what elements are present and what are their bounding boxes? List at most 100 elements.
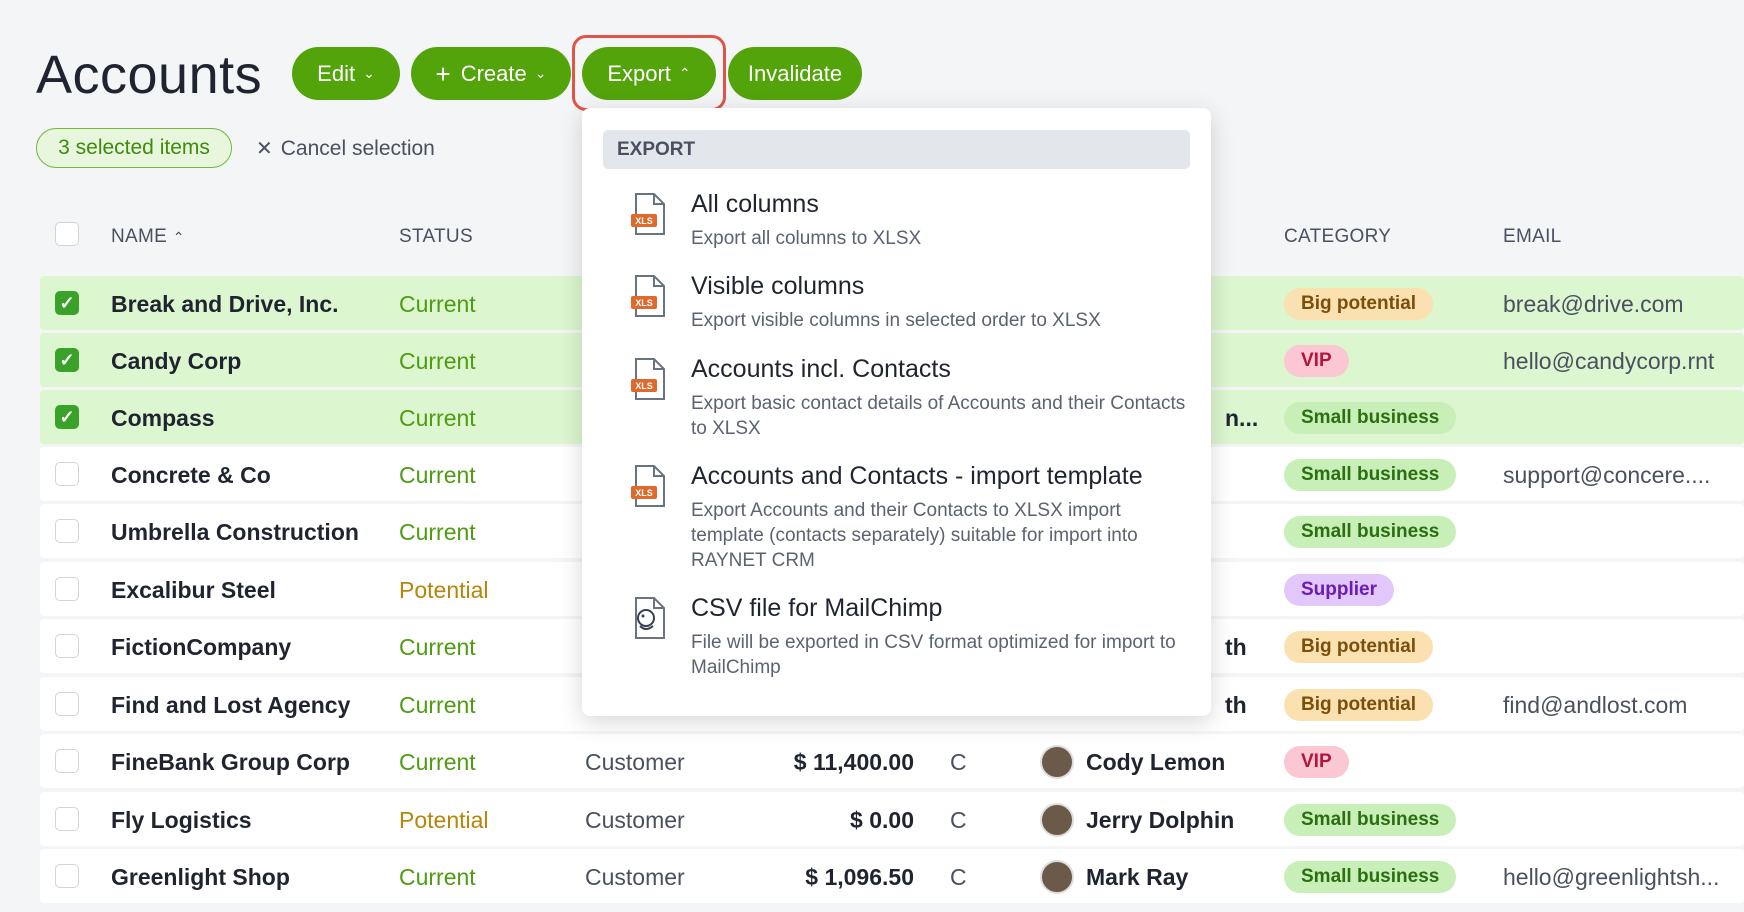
avatar xyxy=(1040,860,1074,894)
edit-button[interactable]: Edit ⌄ xyxy=(292,47,400,100)
account-name[interactable]: Concrete & Co xyxy=(111,462,271,489)
account-status: Current xyxy=(399,749,476,775)
select-all-checkbox[interactable] xyxy=(55,222,79,246)
chevron-down-icon: ⌄ xyxy=(363,65,375,81)
account-value: $ 1,096.50 xyxy=(805,864,914,890)
export-option-title: Visible columns xyxy=(691,272,865,300)
account-email[interactable]: support@concere.... xyxy=(1503,462,1710,489)
account-name[interactable]: Find and Lost Agency xyxy=(111,692,350,719)
export-menu-header: EXPORT xyxy=(603,130,1190,169)
account-status: Current xyxy=(399,519,476,545)
column-header-status[interactable]: STATUS xyxy=(399,226,473,248)
category-badge: Small business xyxy=(1284,516,1457,548)
category-badge: Small business xyxy=(1284,402,1457,434)
account-name[interactable]: Candy Corp xyxy=(111,348,241,375)
owner-name: Cody Lemon xyxy=(1086,748,1226,775)
column-header-email[interactable]: EMAIL xyxy=(1503,226,1562,248)
account-name[interactable]: FictionCompany xyxy=(111,634,291,661)
owner-name-fragment: th xyxy=(1225,634,1247,660)
account-email[interactable]: hello@greenlightsh... xyxy=(1503,864,1719,891)
account-status: Current xyxy=(399,291,476,317)
row-checkbox[interactable] xyxy=(55,749,79,773)
account-name[interactable]: FineBank Group Corp xyxy=(111,749,350,776)
owner-name: Jerry Dolphin xyxy=(1086,806,1235,833)
account-name[interactable]: Umbrella Construction xyxy=(111,519,359,546)
chevron-down-icon: ⌄ xyxy=(534,65,547,81)
account-email[interactable]: break@drive.com xyxy=(1503,291,1684,318)
account-name[interactable]: Excalibur Steel xyxy=(111,577,276,604)
checkmark-icon: ✓ xyxy=(59,349,75,370)
export-option-title: All columns xyxy=(691,190,819,218)
row-checkbox[interactable]: ✓ xyxy=(55,348,79,372)
owner-name: Mark Ray xyxy=(1086,863,1189,890)
export-button[interactable]: Export ⌃ xyxy=(582,47,716,100)
account-type: Customer xyxy=(585,749,685,775)
row-checkbox[interactable] xyxy=(55,864,79,888)
table-row[interactable]: Fly Logistics Potential Customer $ 0.00 C Jer… xyxy=(40,792,1744,846)
chevron-up-icon: ⌃ xyxy=(678,65,691,81)
owner-name-fragment: th xyxy=(1225,692,1247,718)
account-name[interactable]: Compass xyxy=(111,405,215,432)
account-owner[interactable]: Mark Ray xyxy=(1040,860,1188,894)
account-name[interactable]: Greenlight Shop xyxy=(111,864,290,891)
export-option-title: CSV file for MailChimp xyxy=(691,594,943,622)
account-value: $ 0.00 xyxy=(850,807,914,833)
account-type: Customer xyxy=(585,807,685,833)
account-email[interactable]: hello@candycorp.rnt xyxy=(1503,348,1714,375)
account-rating: C xyxy=(950,749,967,775)
category-badge: Big potential xyxy=(1284,631,1434,663)
table-row[interactable]: FineBank Group Corp Current Customer $ 11,4… xyxy=(40,734,1744,788)
create-button-label: Create xyxy=(460,60,527,86)
column-header-category[interactable]: CATEGORY xyxy=(1284,226,1391,248)
column-header-name[interactable]: NAME ⌃ xyxy=(111,226,185,248)
category-badge: VIP xyxy=(1284,746,1349,778)
page-title: Accounts xyxy=(36,45,263,105)
invalidate-button[interactable]: Invalidate xyxy=(728,47,862,100)
export-button-label: Export xyxy=(607,60,671,86)
account-owner[interactable]: Cody Lemon xyxy=(1040,745,1225,779)
row-checkbox[interactable] xyxy=(55,807,79,831)
xls-badge-text: XLS xyxy=(635,298,653,308)
category-badge: Big potential xyxy=(1284,689,1434,721)
category-badge: Supplier xyxy=(1284,574,1395,606)
account-rating: C xyxy=(950,807,967,833)
xls-badge-text: XLS xyxy=(635,381,653,391)
export-option-title: Accounts incl. Contacts xyxy=(691,355,951,383)
account-rating: C xyxy=(950,864,967,890)
column-header-name-label: NAME xyxy=(111,226,168,247)
account-name[interactable]: Fly Logistics xyxy=(111,807,252,834)
create-button[interactable]: + Create ⌄ xyxy=(411,47,571,100)
export-option-description: Export visible columns in selected order… xyxy=(691,310,1101,331)
selected-count-text: 3 selected items xyxy=(58,136,210,159)
cancel-selection-button[interactable]: ✕ Cancel selection xyxy=(256,136,435,161)
invalidate-button-label: Invalidate xyxy=(747,60,843,86)
export-option-description: Export Accounts and their Contacts to XL… xyxy=(691,500,1138,571)
account-status: Current xyxy=(399,692,476,718)
row-checkbox[interactable] xyxy=(55,577,79,601)
account-status: Current xyxy=(399,634,476,660)
xls-file-icon: XLS xyxy=(631,193,665,235)
table-row[interactable]: Greenlight Shop Current Customer $ 1,096.50… xyxy=(40,849,1744,903)
category-badge: Small business xyxy=(1284,804,1457,836)
xls-badge-text: XLS xyxy=(635,488,653,498)
account-status: Current xyxy=(399,462,476,488)
export-option-description: Export basic contact details of Accounts… xyxy=(691,393,1186,439)
account-email[interactable]: find@andlost.com xyxy=(1503,692,1687,719)
sort-ascending-icon: ⌃ xyxy=(172,229,185,245)
row-checkbox[interactable] xyxy=(55,462,79,486)
row-checkbox[interactable] xyxy=(55,634,79,658)
owner-name-fragment: n... xyxy=(1225,405,1259,431)
account-type: Customer xyxy=(585,864,685,890)
row-checkbox[interactable]: ✓ xyxy=(55,291,79,315)
row-checkbox[interactable] xyxy=(55,519,79,543)
account-status: Current xyxy=(399,864,476,890)
account-owner[interactable]: Jerry Dolphin xyxy=(1040,803,1234,837)
row-checkbox[interactable]: ✓ xyxy=(55,405,79,429)
account-name[interactable]: Break and Drive, Inc. xyxy=(111,291,339,318)
selected-count-badge: 3 selected items xyxy=(36,128,232,168)
plus-icon: + xyxy=(435,58,451,89)
export-option-description: File will be exported in CSV format opti… xyxy=(691,632,1176,678)
account-status: Current xyxy=(399,348,476,374)
row-checkbox[interactable] xyxy=(55,692,79,716)
account-status: Potential xyxy=(399,807,489,833)
